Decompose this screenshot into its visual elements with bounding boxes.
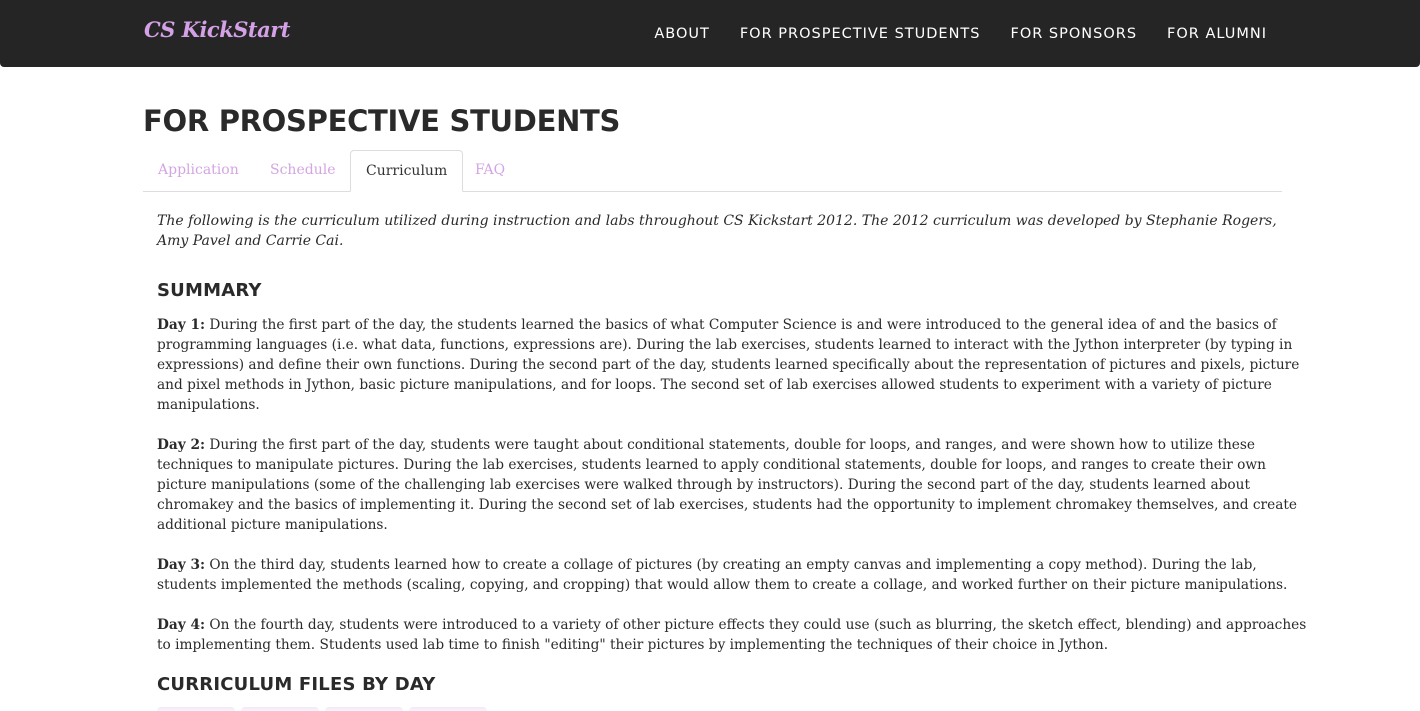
day-text-2: During the first part of the day, studen…: [157, 437, 1297, 533]
day-text-1: During the first part of the day, the st…: [157, 317, 1300, 413]
top-navbar: CS KickStart ABOUT FOR PROSPECTIVE STUDE…: [0, 0, 1420, 67]
day-file-button-1[interactable]: [157, 707, 235, 711]
tab-schedule[interactable]: Schedule: [255, 150, 350, 191]
page-title: FOR PROSPECTIVE STUDENTS: [143, 104, 621, 138]
day-text-4: On the fourth day, students were introdu…: [157, 617, 1307, 653]
day-summary-3: Day 3: On the third day, students learne…: [157, 555, 1307, 595]
summary-heading: SUMMARY: [157, 280, 262, 301]
day-summary-1: Day 1: During the first part of the day,…: [157, 315, 1307, 415]
curriculum-files-heading: CURRICULUM FILES BY DAY: [157, 674, 436, 695]
day-text-3: On the third day, students learned how t…: [157, 557, 1288, 593]
tab-application[interactable]: Application: [143, 150, 254, 191]
day-label-3: Day 3:: [157, 557, 206, 573]
day-file-button-3[interactable]: [325, 707, 403, 711]
day-label-2: Day 2:: [157, 437, 206, 453]
tab-bar: Application Schedule Curriculum FAQ: [143, 150, 1282, 192]
day-file-buttons: [157, 707, 487, 711]
nav-link-sponsors[interactable]: FOR SPONSORS: [1010, 26, 1137, 42]
day-label-4: Day 4:: [157, 617, 206, 633]
day-summary-2: Day 2: During the first part of the day,…: [157, 435, 1307, 535]
curriculum-content: The following is the curriculum utilized…: [157, 211, 1307, 695]
day-label-1: Day 1:: [157, 317, 206, 333]
nav-link-prospective-students[interactable]: FOR PROSPECTIVE STUDENTS: [740, 26, 981, 42]
nav-link-alumni[interactable]: FOR ALUMNI: [1167, 26, 1267, 42]
nav-link-about[interactable]: ABOUT: [654, 26, 710, 42]
curriculum-intro: The following is the curriculum utilized…: [157, 213, 1277, 249]
tab-faq[interactable]: FAQ: [460, 150, 520, 191]
nav-links: ABOUT FOR PROSPECTIVE STUDENTS FOR SPONS…: [654, 0, 1267, 67]
brand-logo-link[interactable]: CS KickStart: [144, 17, 291, 42]
day-summary-4: Day 4: On the fourth day, students were …: [157, 615, 1307, 655]
day-summaries: Day 1: During the first part of the day,…: [157, 315, 1307, 675]
day-file-button-4[interactable]: [409, 707, 487, 711]
day-file-button-2[interactable]: [241, 707, 319, 711]
tab-curriculum[interactable]: Curriculum: [350, 150, 464, 192]
